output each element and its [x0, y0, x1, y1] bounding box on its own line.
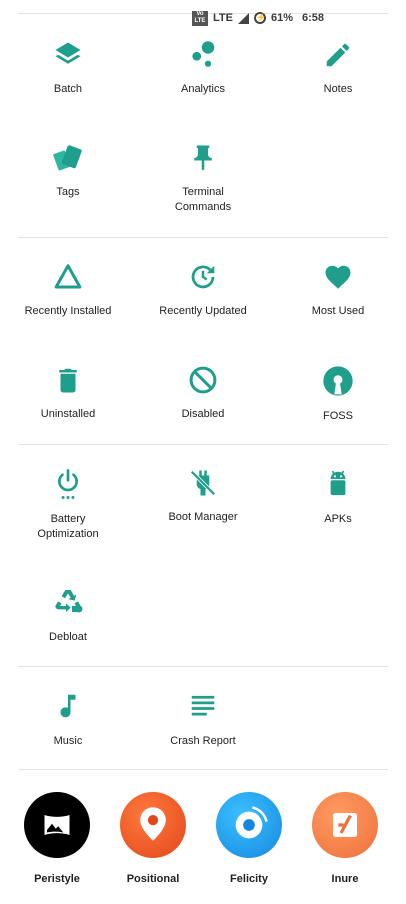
menu-item-battery-optimization[interactable]: Battery Optimization [8, 468, 128, 542]
menu-item-debloat[interactable]: Debloat [8, 586, 128, 645]
positional-app-icon [120, 792, 186, 858]
menu-item-analytics[interactable]: Analytics [143, 40, 263, 97]
menu-item-label: Uninstalled [40, 408, 96, 420]
menu-item-batch[interactable]: Batch [8, 40, 128, 97]
heart-icon [325, 265, 351, 289]
battery-saver-icon: ⚡ [253, 12, 266, 24]
block-icon [189, 366, 217, 394]
recycle-icon [55, 590, 83, 613]
app-label: Peristyle [34, 873, 80, 885]
section-divider [18, 444, 388, 445]
layers-icon [55, 42, 81, 64]
clock: 6:58 [302, 12, 325, 24]
menu-item-apks[interactable]: APKs [278, 468, 398, 527]
section-divider [18, 769, 388, 770]
app-label: Positional [126, 873, 180, 885]
signal-icon [237, 12, 249, 24]
app-inure[interactable]: Inure [300, 792, 390, 887]
app-label: Felicity [230, 873, 268, 885]
menu-item-label: Analytics [180, 83, 226, 95]
menu-item-label: FOSS [323, 410, 353, 422]
menu-item-label: Battery Optimization [37, 513, 99, 540]
menu-item-recently-installed[interactable]: Recently Installed [8, 262, 128, 319]
power-off-plug-icon [190, 470, 216, 496]
section-divider [18, 666, 388, 667]
menu-item-disabled[interactable]: Disabled [143, 365, 263, 422]
battery-level: 61% [270, 12, 293, 24]
pencil-icon [326, 43, 350, 67]
menu-item-label: Batch [53, 83, 83, 95]
power-icon [58, 469, 78, 500]
menu-item-label: Boot Manager [168, 511, 238, 523]
menu-item-crash-report[interactable]: Crash Report [143, 690, 263, 749]
felicity-app-icon [216, 792, 282, 858]
menu-item-label: Tags [56, 186, 80, 198]
menu-item-label: Recently Installed [24, 305, 112, 317]
tag-cards-icon [53, 145, 82, 171]
lines-icon [191, 695, 215, 716]
open-source-icon [323, 366, 353, 396]
app-positional[interactable]: Positional [108, 792, 198, 887]
music-note-icon [60, 694, 76, 718]
menu-item-music[interactable]: Music [8, 690, 128, 749]
trash-icon [59, 368, 77, 393]
record-icon [235, 806, 268, 839]
volte-icon: Vo LTE [192, 10, 208, 26]
menu-item-most-used[interactable]: Most Used [278, 262, 398, 319]
menu-item-foss[interactable]: FOSS [278, 365, 398, 424]
location-pin-icon [140, 807, 166, 841]
menu-item-recently-updated[interactable]: Recently Updated [143, 262, 263, 319]
app-label: Inure [331, 873, 359, 885]
peristyle-app-icon [24, 792, 90, 858]
status-icons: Vo LTE LTE ⚡ 61% 6:58 [192, 10, 324, 26]
menu-item-notes[interactable]: Notes [278, 40, 398, 97]
inure-app-icon [312, 792, 378, 858]
image-frame-icon [44, 815, 70, 835]
menu-item-label: Notes [323, 83, 353, 95]
menu-item-uninstalled[interactable]: Uninstalled [8, 365, 128, 422]
menu-item-label: Terminal Commands [174, 186, 232, 213]
bubble-chart-icon [192, 41, 215, 67]
menu-item-label: APKs [324, 513, 352, 525]
network-type: LTE [213, 12, 233, 24]
update-clock-icon [191, 265, 215, 289]
menu-item-tags[interactable]: Tags [8, 143, 128, 200]
android-icon [330, 470, 346, 496]
triangle-icon [54, 264, 82, 289]
menu-item-label: Disabled [181, 408, 225, 420]
menu-item-label: Music [53, 735, 83, 747]
menu-item-label: Debloat [49, 631, 87, 643]
menu-item-label: Most Used [311, 305, 365, 317]
menu-item-boot-manager[interactable]: Boot Manager [143, 468, 263, 525]
menu-item-terminal-commands[interactable]: Terminal Commands [143, 143, 263, 215]
app-felicity[interactable]: Felicity [204, 792, 294, 887]
section-divider [18, 237, 388, 238]
menu-item-label: Crash Report [170, 735, 236, 747]
app-peristyle[interactable]: Peristyle [12, 792, 102, 887]
menu-item-label: Recently Updated [159, 305, 247, 317]
status-bar: Vo LTE LTE ⚡ 61% 6:58 [0, 0, 406, 28]
push-pin-icon [194, 145, 212, 171]
inure-logo-icon [333, 813, 357, 837]
